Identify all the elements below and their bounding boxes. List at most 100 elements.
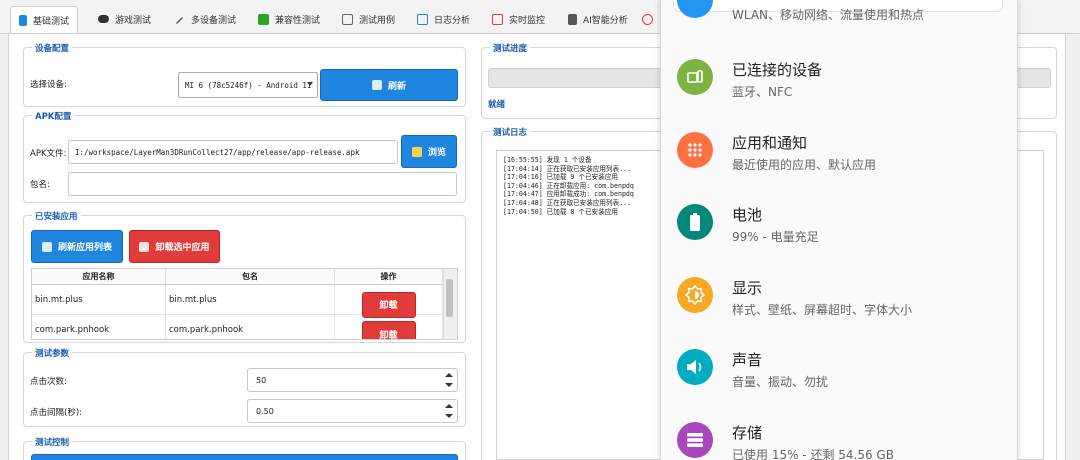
settings-item-title: 应用和通知 <box>732 134 808 152</box>
gamepad-icon <box>98 15 109 23</box>
tab-log-analysis[interactable]: 日志分析 <box>409 6 478 32</box>
android-settings-screen: WLAN、移动网络、流量使用和热点 已连接的设备 蓝牙、NFC 应用和通知 最近… <box>660 0 1018 460</box>
table-row-action: 卸载 <box>335 285 443 318</box>
click-interval-label: 点击间隔(秒): <box>30 408 82 418</box>
battery-icon <box>677 204 713 240</box>
device-select-label: 选择设备: <box>30 80 67 90</box>
calendar-icon <box>417 13 428 25</box>
package-label: 包名: <box>30 180 50 190</box>
settings-item-subtitle: 已使用 15% - 还剩 54.56 GB <box>732 448 894 460</box>
table-row-package[interactable]: bin.mt.plus <box>166 285 335 315</box>
tab-compat-test[interactable]: 兼容性测试 <box>250 6 328 32</box>
apk-file-value: I:/workspace/LayerMan3DRunCollect27/app/… <box>75 147 360 157</box>
browse-label: 浏览 <box>427 148 446 158</box>
settings-item-title: 声音 <box>732 351 763 369</box>
network-icon <box>677 0 713 18</box>
package-field[interactable] <box>68 172 457 196</box>
trash-icon <box>139 241 150 252</box>
refresh-device-label: 刷新 <box>387 81 406 92</box>
settings-item-subtitle: WLAN、移动网络、流量使用和热点 <box>732 8 925 22</box>
refresh-app-list-button[interactable]: 刷新应用列表 <box>31 230 123 263</box>
click-count-spinbox[interactable]: 50 <box>247 368 458 392</box>
device-select[interactable]: MI 6 (78c5246f) - Android 11 <box>178 72 318 98</box>
apk-file-field[interactable]: I:/workspace/LayerMan3DRunCollect27/app/… <box>68 140 398 164</box>
settings-item-network[interactable]: WLAN、移动网络、流量使用和热点 <box>661 0 1017 36</box>
table-row-name[interactable]: com.park.pnhook <box>32 315 166 339</box>
tab-label: 游戏测试 <box>115 15 152 26</box>
table-row-action: 卸载 <box>335 315 443 339</box>
settings-item-title: 存储 <box>732 424 763 442</box>
settings-item-subtitle: 样式、壁纸、屏幕超时、字体大小 <box>732 303 913 317</box>
column-header[interactable]: 包名 <box>166 269 335 285</box>
tab-multi-device-test[interactable]: 多设备测试 <box>166 6 244 32</box>
settings-item-title: 已连接的设备 <box>732 61 823 79</box>
click-count-value: 50 <box>256 375 267 385</box>
uninstall-button[interactable]: 卸载 <box>361 321 416 339</box>
test-params-group: 测试参数 点击次数: 50 点击间隔(秒): 0.50 <box>23 347 466 427</box>
settings-item-connected-devices[interactable]: 已连接的设备 蓝牙、NFC <box>661 41 1017 113</box>
column-header[interactable]: 应用名称 <box>32 269 166 285</box>
arrow-up-icon[interactable] <box>445 373 453 377</box>
uninstall-selected-button[interactable]: 卸载选中应用 <box>129 230 220 263</box>
table-scrollbar[interactable] <box>443 269 457 339</box>
settings-item-apps[interactable]: 应用和通知 最近使用的应用、默认应用 <box>661 114 1017 186</box>
tab-label: 基础测试 <box>33 16 70 27</box>
arrow-up-icon[interactable] <box>445 404 453 408</box>
robot-icon <box>568 13 577 25</box>
apk-file-label: APK文件: <box>30 149 67 159</box>
tab-ai-analysis[interactable]: AI智能分析 <box>560 6 636 32</box>
column-header[interactable]: 操作 <box>335 269 443 285</box>
scrollbar-thumb[interactable] <box>446 279 453 317</box>
group-title: 测试日志 <box>490 126 531 138</box>
tab-basic-test[interactable]: 基础测试 <box>10 6 79 34</box>
settings-item-title: 显示 <box>732 279 763 297</box>
tab-test-cases[interactable]: 测试用例 <box>334 6 403 32</box>
folder-icon <box>411 146 422 157</box>
apps-table: 应用名称 包名 操作 bin.mt.plus bin.mt.plus 卸载 co… <box>31 268 458 340</box>
refresh-app-list-label: 刷新应用列表 <box>57 243 112 253</box>
refresh-device-button[interactable]: 刷新 <box>320 69 458 101</box>
pencil-icon <box>174 14 185 25</box>
group-title: 已安装应用 <box>32 210 81 222</box>
checkbox-icon <box>258 13 269 25</box>
tab-label: 兼容性测试 <box>275 15 321 26</box>
settings-item-battery[interactable]: 电池 99% - 电量充足 <box>661 186 1017 258</box>
uninstall-selected-label: 卸载选中应用 <box>155 243 210 253</box>
start-test-button[interactable] <box>31 454 458 460</box>
table-row-name[interactable]: bin.mt.plus <box>32 285 166 315</box>
click-interval-spinbox[interactable]: 0.50 <box>247 399 458 423</box>
devices-icon <box>677 59 713 95</box>
group-title: APK配置 <box>32 110 75 122</box>
apps-icon <box>677 132 713 168</box>
settings-item-display[interactable]: 显示 样式、壁纸、屏幕超时、字体大小 <box>661 259 1017 331</box>
arrow-down-icon[interactable] <box>445 414 453 418</box>
click-count-label: 点击次数: <box>30 377 67 387</box>
group-title: 设备配置 <box>32 42 73 54</box>
tab-overflow[interactable] <box>642 6 658 32</box>
settings-item-storage[interactable]: 存储 已使用 15% - 还剩 54.56 GB <box>661 404 1017 460</box>
device-select-value: MI 6 (78c5246f) - Android 11 <box>185 80 312 90</box>
tab-label: 测试用例 <box>359 15 396 26</box>
settings-item-sound[interactable]: 声音 音量、振动、勿扰 <box>661 331 1017 403</box>
table-row-package[interactable]: com.park.pnhook <box>166 315 335 339</box>
phone-icon <box>19 14 27 26</box>
arrow-down-icon[interactable] <box>445 383 453 387</box>
installed-apps-group: 已安装应用 刷新应用列表 卸载选中应用 应用名称 包名 操作 bin.mt.pl… <box>23 210 466 343</box>
settings-item-title: 电池 <box>732 206 763 224</box>
group-title: 测试控制 <box>32 436 73 448</box>
device-config-group: 设备配置 选择设备: MI 6 (78c5246f) - Android 11 … <box>23 42 466 107</box>
test-control-group: 测试控制 <box>23 436 466 460</box>
tab-game-test[interactable]: 游戏测试 <box>90 6 159 32</box>
chat-icon <box>642 13 653 25</box>
document-icon <box>342 13 353 25</box>
tab-label: 实时监控 <box>509 15 546 26</box>
refresh-icon <box>41 241 52 252</box>
settings-item-subtitle: 音量、振动、勿扰 <box>732 375 829 389</box>
tab-label: AI智能分析 <box>583 15 628 26</box>
apk-config-group: APK配置 APK文件: I:/workspace/LayerMan3DRunC… <box>23 110 466 203</box>
browse-button[interactable]: 浏览 <box>401 135 457 168</box>
uninstall-button[interactable]: 卸载 <box>361 291 416 318</box>
tab-realtime-monitor[interactable]: 实时监控 <box>484 6 553 32</box>
chevron-down-icon <box>307 82 313 86</box>
brightness-icon <box>677 277 713 313</box>
